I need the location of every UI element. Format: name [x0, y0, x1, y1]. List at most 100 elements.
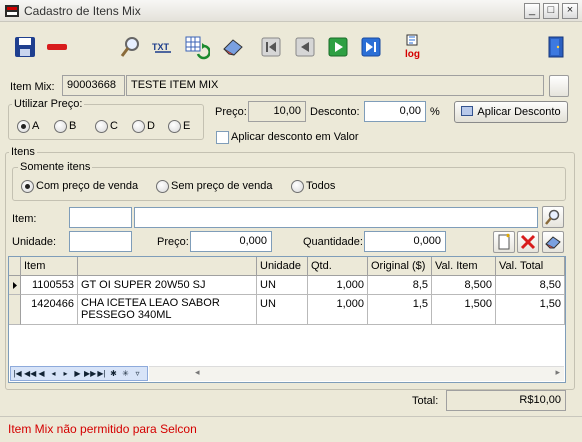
price-option-c-radio[interactable]	[95, 120, 108, 133]
price-option-d-radio[interactable]	[132, 120, 145, 133]
nav-prev-small-button[interactable]: ◂	[48, 368, 59, 379]
col-description-header[interactable]	[78, 257, 257, 276]
item-price-label: Preço:	[157, 236, 189, 248]
percent-label: %	[430, 106, 440, 118]
filter-group-title: Somente itens	[18, 161, 93, 173]
cadastro-itens-mix-window: Cadastro de Itens Mix _ □ × TXT log Item…	[0, 0, 582, 442]
table-row[interactable]: 1420466 CHA ICETEA LEAO SABOR PESSEGO 34…	[9, 295, 565, 325]
total-label: Total:	[412, 395, 439, 407]
items-grid[interactable]: Item Unidade Qtd. Original ($) Val. Item…	[8, 256, 566, 383]
quantity-input[interactable]: 0,000	[364, 231, 446, 252]
cell-qty: 1,000	[308, 295, 368, 325]
price-option-c-label: C	[110, 120, 118, 132]
magnifier-icon	[120, 37, 139, 57]
item-code-input[interactable]	[69, 207, 132, 228]
refresh-grid-button[interactable]	[184, 34, 211, 60]
close-button[interactable]: ×	[562, 3, 578, 19]
first-record-button[interactable]	[258, 34, 284, 60]
nav-prev-button[interactable]: ◀	[36, 368, 47, 379]
new-document-icon	[498, 233, 510, 250]
add-item-button[interactable]	[493, 231, 515, 253]
filter-all-radio[interactable]	[291, 180, 304, 193]
maximize-button[interactable]: □	[543, 3, 559, 19]
filter-with-price-label: Com preço de venda	[36, 180, 139, 192]
item-mix-name-field: TESTE ITEM MIX	[126, 75, 544, 96]
item-search-button[interactable]	[542, 206, 564, 228]
col-qty-header[interactable]: Qtd.	[308, 257, 368, 276]
log-icon: log	[405, 34, 420, 60]
item-mix-label: Item Mix:	[10, 81, 55, 93]
nav-next-page-button[interactable]: ▶▶	[84, 368, 96, 379]
cell-unit: UN	[257, 276, 308, 295]
total-field: R$10,00	[446, 390, 566, 411]
remove-item-button[interactable]	[517, 231, 539, 253]
clear-item-button[interactable]	[542, 231, 564, 253]
refresh-grid-icon	[185, 36, 211, 60]
txt-file-icon: TXT	[152, 42, 171, 53]
col-item-header[interactable]: Item	[21, 257, 78, 276]
eraser-button[interactable]	[220, 34, 246, 60]
price-option-b-radio[interactable]	[54, 120, 67, 133]
magnifier-icon	[545, 209, 560, 225]
price-option-title: Utilizar Preço:	[12, 98, 85, 110]
filter-without-price-label: Sem preço de venda	[171, 180, 273, 192]
scroll-left-icon[interactable]: ◂	[195, 367, 200, 378]
value-discount-label: Aplicar desconto em Valor	[231, 131, 359, 143]
nav-prev-page-button[interactable]: ◀◀	[24, 368, 36, 379]
first-icon	[261, 37, 281, 57]
export-txt-button[interactable]: TXT	[150, 34, 176, 60]
grid-header: Item Unidade Qtd. Original ($) Val. Item…	[9, 257, 565, 276]
svg-text:TXT: TXT	[152, 42, 170, 52]
col-unit-header[interactable]: Unidade	[257, 257, 308, 276]
scroll-right-icon[interactable]: ▸	[555, 367, 560, 378]
grid-navigator: |◀ ◀◀ ◀ ◂ ▸ ▶ ▶▶ ▶| ✱ ✳ ▿	[10, 366, 148, 381]
item-price-input[interactable]: 0,000	[190, 231, 272, 252]
nav-last-button[interactable]: ▶|	[96, 368, 107, 379]
next-record-button[interactable]	[325, 34, 351, 60]
table-row[interactable]: 1100553 GT OI SUPER 20W50 SJ UN 1,000 8,…	[9, 276, 565, 295]
item-label: Item:	[12, 213, 37, 225]
col-val-total-header[interactable]: Val. Total	[496, 257, 565, 276]
item-description-input[interactable]	[134, 207, 538, 228]
price-field: 10,00	[248, 101, 306, 122]
price-label: Preço:	[215, 106, 247, 118]
cell-original: 8,5	[368, 276, 432, 295]
eraser-icon	[223, 39, 243, 56]
exit-button[interactable]	[543, 34, 569, 60]
unit-input[interactable]	[69, 231, 132, 252]
item-mix-lookup-button[interactable]	[549, 75, 569, 97]
nav-next-small-button[interactable]: ▸	[60, 368, 71, 379]
quantity-label: Quantidade:	[303, 236, 363, 248]
apply-discount-button[interactable]: Aplicar Desconto	[454, 101, 568, 123]
unit-label: Unidade:	[12, 236, 57, 248]
filter-without-price-radio[interactable]	[156, 180, 169, 193]
price-option-d-label: D	[147, 120, 155, 132]
nav-filter-button[interactable]: ▿	[132, 368, 143, 379]
col-val-item-header[interactable]: Val. Item	[432, 257, 496, 276]
nav-first-button[interactable]: |◀	[12, 368, 23, 379]
col-original-header[interactable]: Original ($)	[368, 257, 432, 276]
current-row-indicator	[9, 276, 21, 295]
save-icon	[15, 37, 35, 57]
cell-description: GT OI SUPER 20W50 SJ	[78, 276, 257, 295]
prev-record-button[interactable]	[292, 34, 318, 60]
log-button[interactable]: log	[402, 34, 428, 60]
price-option-b-label: B	[69, 120, 77, 132]
discount-field[interactable]: 0,00	[364, 101, 426, 122]
delete-button[interactable]	[44, 34, 70, 60]
eraser-icon	[545, 236, 561, 249]
search-button[interactable]	[118, 34, 144, 60]
minimize-button[interactable]: _	[524, 3, 540, 19]
filter-with-price-radio[interactable]	[21, 180, 34, 193]
nav-cancel-button[interactable]: ✳	[120, 368, 131, 379]
nav-insert-button[interactable]: ✱	[108, 368, 119, 379]
prev-icon	[295, 37, 315, 57]
price-option-e-radio[interactable]	[168, 120, 181, 133]
save-button[interactable]	[12, 34, 38, 60]
value-discount-checkbox[interactable]	[216, 131, 229, 144]
nav-next-button[interactable]: ▶	[72, 368, 83, 379]
grid-horizontal-scrollbar[interactable]: ◂ ▸	[149, 366, 564, 381]
last-record-button[interactable]	[358, 34, 384, 60]
price-option-a-radio[interactable]	[17, 120, 30, 133]
items-group-title: Itens	[9, 146, 37, 158]
